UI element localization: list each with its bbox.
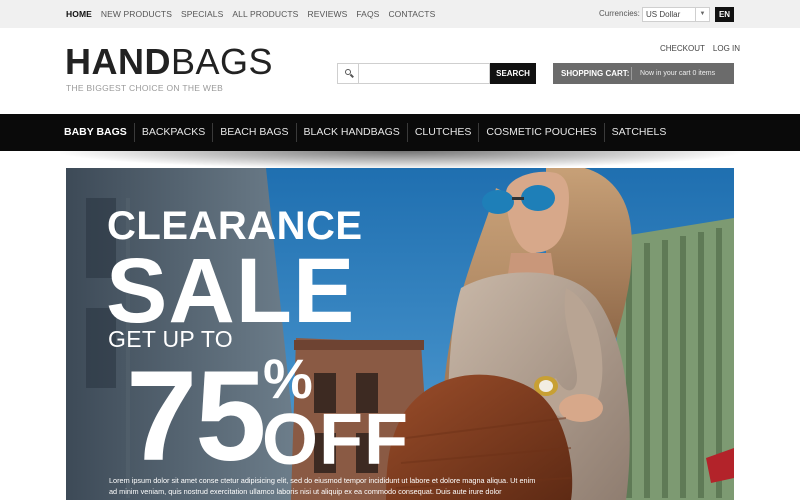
category-black-handbags[interactable]: Black Handbags bbox=[295, 123, 407, 142]
currency-label: Currencies: bbox=[599, 9, 640, 18]
search-box bbox=[337, 63, 490, 84]
currency-select[interactable]: US Dollar ▼ bbox=[642, 7, 710, 22]
top-nav-home[interactable]: Home bbox=[66, 9, 92, 19]
search-button[interactable]: Search bbox=[490, 63, 536, 84]
category-satchels[interactable]: Satchels bbox=[603, 123, 674, 142]
top-nav-reviews[interactable]: Reviews bbox=[307, 9, 347, 19]
logo-bold-text: HAND bbox=[65, 41, 171, 82]
login-link[interactable]: Log In bbox=[713, 44, 740, 53]
cart-label: Shopping Cart: bbox=[561, 69, 630, 78]
site-tagline: The biggest choice on the web bbox=[66, 83, 224, 93]
top-nav-all-products[interactable]: All Products bbox=[232, 9, 298, 19]
category-baby-bags[interactable]: Baby Bags bbox=[57, 123, 134, 142]
hero-discount-number: 75 bbox=[126, 345, 266, 488]
checkout-link[interactable]: Checkout bbox=[660, 44, 705, 53]
cart-status: Now in your cart 0 items bbox=[640, 70, 716, 77]
chevron-down-icon: ▼ bbox=[695, 8, 709, 21]
category-cosmetic-pouches[interactable]: Cosmetic Pouches bbox=[478, 123, 603, 142]
hero-caption: Lorem ipsum dolor sit amet conse ctetur … bbox=[109, 476, 536, 496]
hero-banner[interactable]: CLEARANCE SALE GET UP TO 75 % OFF Lorem … bbox=[66, 168, 734, 500]
category-beach-bags[interactable]: Beach Bags bbox=[212, 123, 295, 142]
hero-sale-text: SALE bbox=[106, 240, 356, 342]
search-input[interactable] bbox=[360, 64, 488, 83]
language-button[interactable]: EN bbox=[715, 7, 734, 22]
nav-shadow bbox=[60, 151, 740, 169]
category-backpacks[interactable]: Backpacks bbox=[133, 123, 212, 142]
logo-light-text: BAGS bbox=[171, 41, 274, 82]
currency-value: US Dollar bbox=[646, 10, 681, 19]
top-bar: Home New Products Specials All Products … bbox=[0, 0, 800, 28]
search-icon bbox=[338, 64, 359, 83]
hero-percent-sign: % bbox=[263, 347, 313, 410]
top-nav-specials[interactable]: Specials bbox=[181, 9, 223, 19]
top-nav-faqs[interactable]: FAQs bbox=[356, 9, 379, 19]
top-nav-contacts[interactable]: Contacts bbox=[388, 9, 435, 19]
shopping-cart[interactable]: Shopping Cart: Now in your cart 0 items bbox=[553, 63, 734, 84]
header-links: Checkout Log In bbox=[660, 44, 748, 53]
hero-off-text: OFF bbox=[262, 400, 409, 480]
category-clutches[interactable]: Clutches bbox=[406, 123, 479, 142]
site-logo[interactable]: HANDBAGS bbox=[65, 44, 273, 80]
category-nav: Baby Bags Backpacks Beach Bags Black Han… bbox=[0, 114, 800, 151]
top-nav: Home New Products Specials All Products … bbox=[66, 0, 444, 28]
cart-divider bbox=[631, 67, 632, 80]
top-nav-new-products[interactable]: New Products bbox=[101, 9, 172, 19]
